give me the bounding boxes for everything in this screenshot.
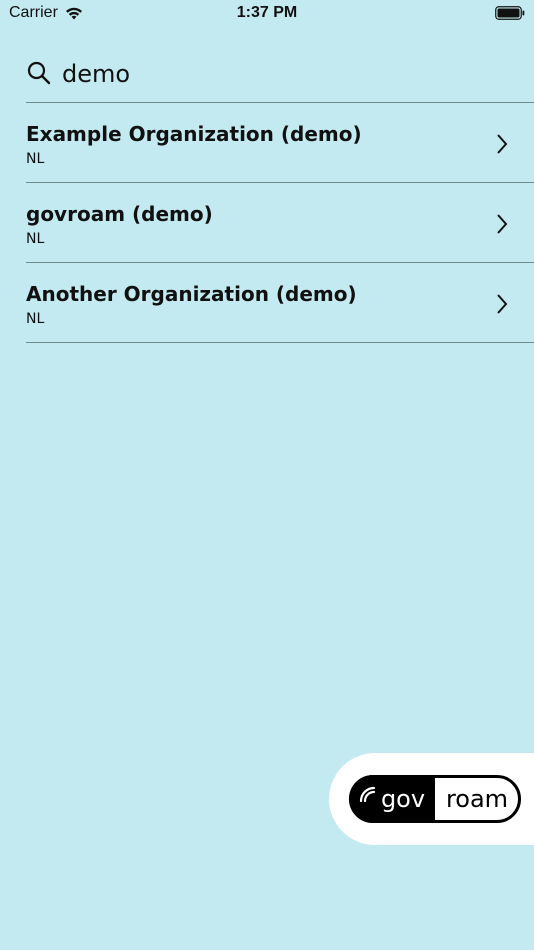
result-title: govroam (demo) (26, 202, 213, 226)
logo-text-gov: gov (381, 785, 425, 813)
status-time: 1:37 PM (236, 4, 298, 21)
govroam-logo: gov roam (349, 775, 521, 823)
logo-text-roam: roam (446, 785, 508, 813)
result-country: NL (26, 231, 45, 247)
result-country: NL (26, 151, 45, 167)
status-bar: Carrier 1:37 PM (0, 0, 534, 28)
search-icon (27, 61, 51, 85)
result-title: Example Organization (demo) (26, 122, 362, 146)
search-bar[interactable] (26, 52, 534, 103)
result-item[interactable]: govroam (demo) NL (26, 183, 534, 263)
result-item[interactable]: Another Organization (demo) NL (26, 263, 534, 343)
chevron-right-icon (497, 294, 508, 314)
chevron-right-icon (497, 134, 508, 154)
results-list: Example Organization (demo) NL govroam (… (26, 103, 534, 343)
result-country: NL (26, 311, 45, 327)
result-title: Another Organization (demo) (26, 282, 357, 306)
battery-icon (495, 6, 525, 20)
result-item[interactable]: Example Organization (demo) NL (26, 103, 534, 183)
search-input[interactable] (62, 56, 502, 92)
govroam-logo-card: gov roam (329, 753, 534, 845)
chevron-right-icon (497, 214, 508, 234)
